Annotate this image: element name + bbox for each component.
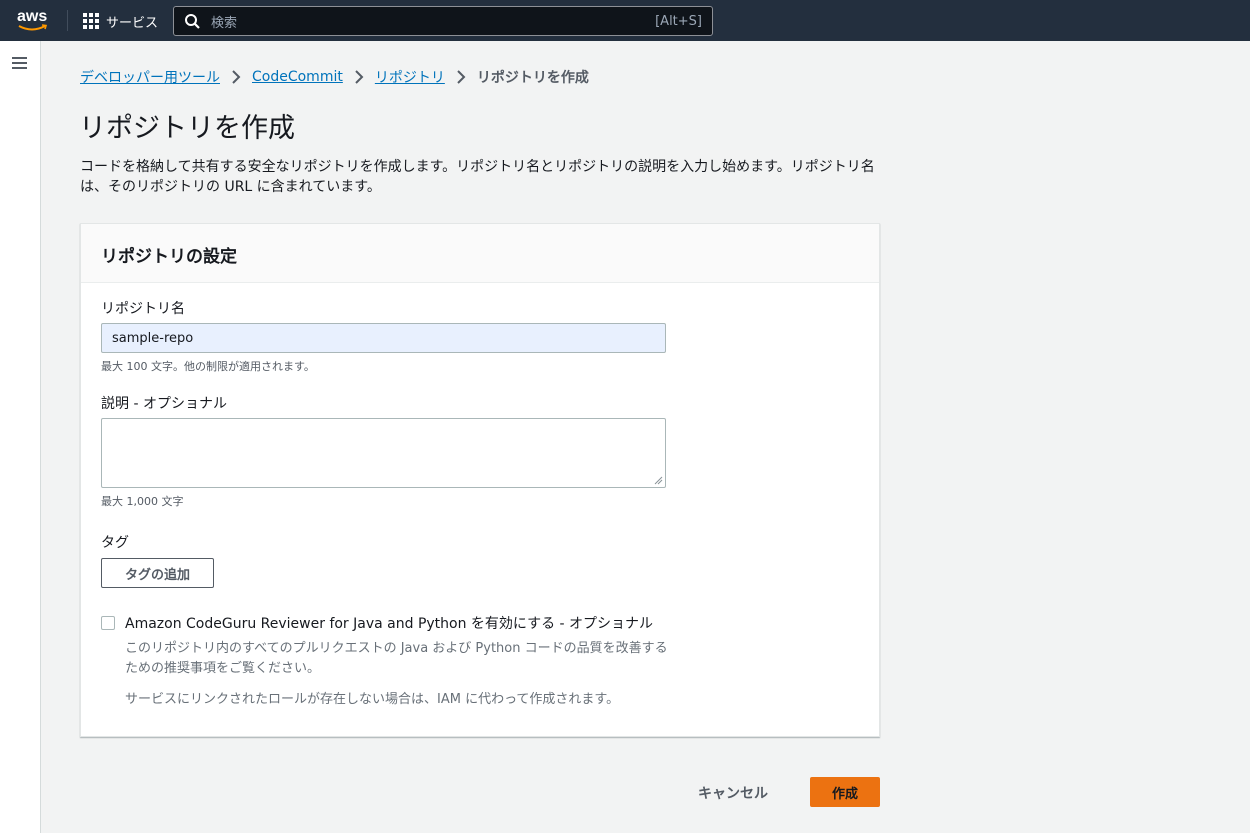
aws-smile-icon	[18, 24, 48, 31]
side-navigation-rail	[0, 41, 41, 833]
resize-handle-icon[interactable]	[654, 476, 663, 485]
repository-name-input[interactable]: sample-repo	[101, 323, 666, 353]
search-placeholder: 検索	[211, 15, 238, 31]
cancel-button[interactable]: キャンセル	[690, 779, 776, 807]
grid-icon	[83, 13, 99, 29]
description-label: 説明 - オプショナル	[101, 396, 227, 412]
codeguru-description: このリポジトリ内のすべてのプルリクエストの Java および Python コー…	[125, 641, 668, 676]
nav-divider	[67, 10, 68, 31]
page-title: リポジトリを作成	[79, 113, 295, 144]
panel-title: リポジトリの設定	[101, 247, 237, 267]
add-tag-button[interactable]: タグの追加	[101, 558, 214, 588]
repository-name-hint: 最大 100 文字。他の制限が適用されます。	[101, 360, 315, 373]
repository-settings-panel: リポジトリの設定 リポジトリ名 sample-repo 最大 100 文字。他の…	[80, 223, 880, 737]
services-label: サービス	[106, 15, 159, 31]
panel-header: リポジトリの設定	[81, 224, 879, 283]
services-menu-button[interactable]: サービス	[83, 11, 158, 31]
page-description: コードを格納して共有する安全なリポジトリを作成します。リポジトリ名とリポジトリの…	[80, 159, 875, 195]
codeguru-role-note: サービスにリンクされたロールが存在しない場合は、IAM に代わって作成されます。	[125, 692, 620, 707]
chevron-right-icon	[232, 70, 241, 84]
breadcrumb: デベロッパー用ツール CodeCommit リポジトリ リポジトリを作成	[80, 67, 589, 87]
codeguru-checkbox[interactable]	[101, 616, 115, 630]
breadcrumb-codecommit[interactable]: CodeCommit	[252, 69, 343, 85]
create-button[interactable]: 作成	[810, 777, 880, 807]
description-textarea[interactable]	[101, 418, 666, 488]
search-shortcut: [Alt+S]	[655, 13, 702, 29]
breadcrumb-developer-tools[interactable]: デベロッパー用ツール	[80, 67, 220, 87]
search-input[interactable]: 検索 [Alt+S]	[173, 6, 713, 36]
breadcrumb-current: リポジトリを作成	[476, 70, 589, 86]
repository-name-label: リポジトリ名	[101, 301, 185, 317]
chevron-right-icon	[355, 70, 364, 84]
search-icon	[185, 13, 200, 29]
description-hint: 最大 1,000 文字	[101, 495, 184, 508]
repository-name-value: sample-repo	[112, 330, 194, 346]
top-navigation: aws サービス 検索 [Alt+S]	[0, 0, 1250, 41]
hamburger-menu-icon[interactable]	[12, 57, 27, 69]
aws-logo[interactable]: aws	[16, 7, 50, 33]
codeguru-label[interactable]: Amazon CodeGuru Reviewer for Java and Py…	[125, 613, 653, 633]
chevron-right-icon	[457, 70, 466, 84]
tags-label: タグ	[101, 535, 129, 551]
breadcrumb-repositories[interactable]: リポジトリ	[375, 67, 445, 87]
